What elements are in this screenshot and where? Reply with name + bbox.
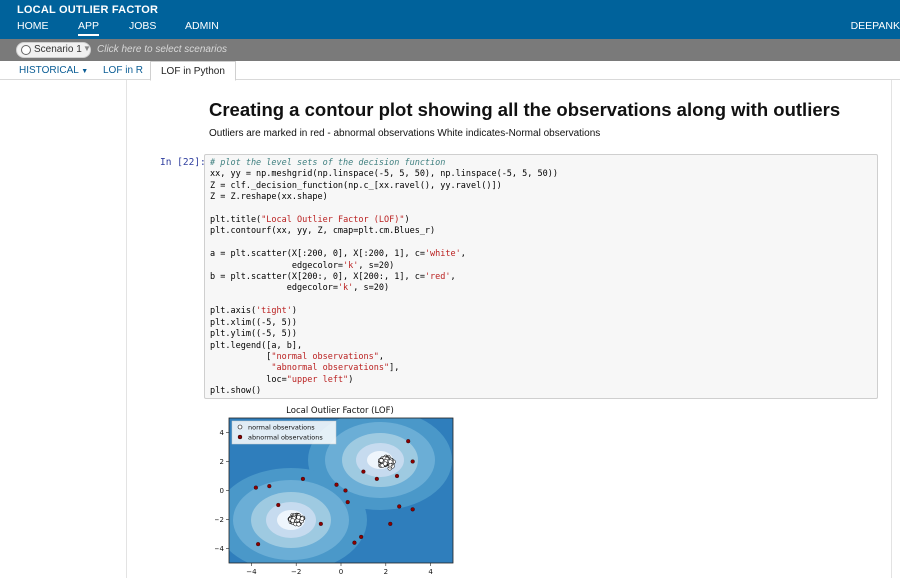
page-title: Creating a contour plot showing all the … — [209, 99, 841, 120]
y-tick-label: 4 — [220, 429, 225, 437]
outlier-point — [300, 476, 305, 481]
scenario-hint[interactable]: Click here to select scenarios — [97, 44, 227, 55]
outlier-point — [253, 485, 258, 490]
legend-label-normal: normal observations — [248, 424, 315, 432]
x-tick-label: −4 — [246, 568, 257, 576]
chevron-down-icon: ▼ — [83, 44, 91, 53]
outlier-point — [267, 484, 272, 489]
nav-home[interactable]: HOME — [17, 20, 49, 32]
tab-historical[interactable]: HISTORICAL ▼ — [9, 61, 98, 80]
outlier-point — [410, 459, 415, 464]
outlier-point — [406, 439, 411, 444]
outlier-point — [318, 521, 323, 526]
legend-label-abnormal: abnormal observations — [248, 434, 323, 442]
code-block: # plot the level sets of the decision fu… — [210, 158, 558, 397]
lof-contour-plot: Local Outlier Factor (LOF) −4 −2 0 2 4 −4 −2 0… — [215, 403, 465, 578]
code-cell[interactable]: # plot the level sets of the decision fu… — [204, 154, 878, 399]
y-tick-label: 0 — [220, 487, 224, 495]
scenario-bar: Scenario 1 ▼ Click here to select scenar… — [0, 39, 900, 61]
legend-marker-abnormal — [237, 434, 243, 440]
scenario-dropdown[interactable]: Scenario 1 ▼ — [16, 42, 91, 58]
top-header: LOCAL OUTLIER FACTOR HOME APP JOBS ADMIN… — [0, 0, 900, 39]
plot-svg: Local Outlier Factor (LOF) −4 −2 0 2 4 −4 −2 0… — [215, 406, 454, 576]
cell-prompt: In [22]: — [160, 157, 206, 168]
legend-marker-normal — [237, 424, 243, 430]
normal-point — [296, 515, 301, 520]
normal-point — [290, 518, 295, 523]
outlier-point — [374, 476, 379, 481]
outlier-point — [359, 534, 364, 539]
outlier-point — [410, 507, 415, 512]
normal-point — [382, 461, 388, 466]
chart-title: Local Outlier Factor (LOF) — [286, 406, 394, 416]
scenario-selected-label: Scenario 1 — [34, 44, 82, 55]
caret-down-icon: ▼ — [81, 68, 89, 75]
y-tick-label: 2 — [220, 458, 224, 466]
radio-icon — [21, 45, 31, 55]
y-tick-label: −2 — [215, 516, 224, 524]
outlier-point — [256, 542, 261, 547]
app-title: LOCAL OUTLIER FACTOR — [17, 4, 159, 16]
content-left-border — [126, 80, 127, 578]
normal-point — [296, 522, 301, 527]
outlier-point — [361, 469, 366, 474]
outlier-point — [394, 473, 400, 479]
y-axis-ticks: −4 −2 0 2 4 — [215, 429, 229, 553]
outlier-point — [276, 502, 281, 508]
tab-lof-in-python[interactable]: LOF in Python — [150, 61, 236, 81]
tab-bar: HISTORICAL ▼ LOF in R LOF in Python — [0, 61, 900, 81]
outlier-point — [352, 540, 357, 545]
outlier-point — [343, 488, 348, 493]
nav-admin[interactable]: ADMIN — [185, 20, 219, 32]
page-description: Outliers are marked in red - abnormal ob… — [209, 128, 601, 139]
x-tick-label: 4 — [428, 568, 433, 576]
outlier-point — [388, 521, 393, 526]
nav-app[interactable]: APP — [78, 20, 100, 36]
content-right-border — [891, 80, 892, 578]
normal-point — [388, 459, 393, 464]
user-menu[interactable]: DEEPANK — [851, 20, 900, 32]
outlier-point — [334, 482, 339, 487]
y-tick-label: −4 — [215, 545, 225, 553]
tab-lof-in-r[interactable]: LOF in R — [93, 61, 153, 80]
x-tick-label: 0 — [339, 568, 343, 576]
outlier-point — [397, 504, 402, 509]
outlier-point — [345, 500, 350, 505]
legend: normal observations abnormal observation… — [231, 420, 337, 445]
tab-historical-label: HISTORICAL — [19, 65, 79, 76]
x-tick-label: 2 — [384, 568, 388, 576]
x-axis-ticks: −4 −2 0 2 4 — [246, 563, 433, 576]
nav-jobs[interactable]: JOBS — [129, 20, 156, 32]
x-tick-label: −2 — [291, 568, 301, 576]
